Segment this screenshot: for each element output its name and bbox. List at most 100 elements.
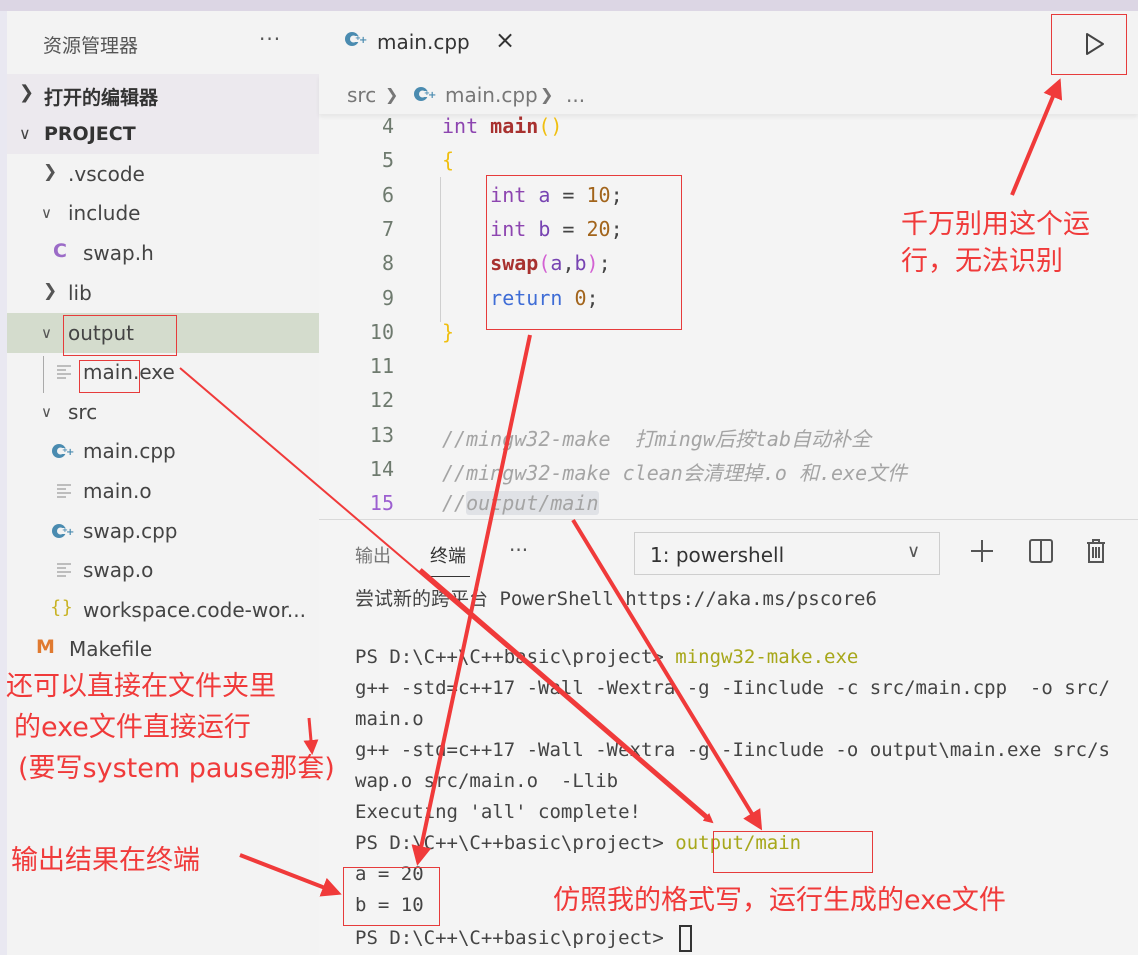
terminal-line: wap.o src/main.o -Llib xyxy=(355,770,618,801)
code-text: //output/main xyxy=(442,491,599,516)
tree-item-label: include xyxy=(68,201,141,225)
explorer-more-button[interactable]: ··· xyxy=(259,27,281,51)
annotation-box-command xyxy=(713,831,873,873)
tree-item-include[interactable]: ∨ include xyxy=(7,193,319,233)
terminal-line: PS D:\C++\C++basic\project> xyxy=(355,925,693,955)
code-line[interactable]: 9 return 0; xyxy=(319,286,1138,320)
breadcrumb-folder[interactable]: src xyxy=(347,83,376,107)
chevron-down-icon: ∨ xyxy=(907,541,921,562)
svg-text:+: + xyxy=(62,526,68,534)
terminal-line: Executing 'all' complete! xyxy=(355,801,641,832)
code-text: } xyxy=(442,320,454,344)
project-section[interactable]: ∨ PROJECT xyxy=(7,114,319,154)
code-token: () xyxy=(538,114,563,138)
annotation-box-code xyxy=(486,175,682,330)
terminal-text: wap.o src/main.o -Llib xyxy=(355,770,619,792)
tree-item-main-cpp[interactable]: + + main.cpp xyxy=(7,431,319,471)
split-terminal-button[interactable] xyxy=(1028,538,1054,564)
trash-icon[interactable] xyxy=(1084,538,1108,564)
chevron-down-icon: ∨ xyxy=(41,403,52,421)
code-text: //mingw32-make 打mingw后按tab自动补全 xyxy=(442,423,871,452)
cpp-file-icon: ++ xyxy=(414,87,436,101)
terminal-text: Executing 'all' complete! xyxy=(355,801,641,823)
terminal-command: mingw32-make.exe xyxy=(675,646,859,668)
tree-item-swap-h[interactable]: C swap.h xyxy=(7,233,319,273)
annotation-box-result xyxy=(343,867,440,926)
new-terminal-button[interactable] xyxy=(969,538,995,564)
tree-item-main-o[interactable]: main.o xyxy=(7,471,319,511)
window-top-bar xyxy=(0,0,1138,11)
terminal-select[interactable]: 1: powershell ∨ xyxy=(634,532,940,575)
code-line[interactable]: 11 xyxy=(319,354,1138,388)
terminal-cursor xyxy=(679,925,693,952)
chevron-down-icon: ∨ xyxy=(41,324,52,342)
tree-item-label: .vscode xyxy=(68,162,145,186)
panel-more-button[interactable]: ··· xyxy=(509,538,528,562)
tree-item-vscode[interactable]: ❯ .vscode xyxy=(7,154,319,194)
cpp-file-icon: ++ xyxy=(52,444,74,458)
line-number: 14 xyxy=(369,457,394,481)
code-token: // xyxy=(442,491,467,516)
code-line[interactable]: 12 xyxy=(319,388,1138,422)
tree-item-swap-cpp[interactable]: + + swap.cpp xyxy=(7,511,319,551)
chevron-right-icon: ❯ xyxy=(43,281,58,301)
breadcrumb-file[interactable]: main.cpp xyxy=(445,83,538,107)
code-token: main xyxy=(490,114,539,138)
tree-item-label: swap.o xyxy=(83,558,154,582)
line-number: 12 xyxy=(369,388,394,413)
tab-terminal[interactable]: 终端 xyxy=(430,542,466,568)
line-number: 6 xyxy=(381,182,394,207)
tree-item-label: lib xyxy=(68,281,92,305)
code-line[interactable]: 10} xyxy=(319,320,1138,354)
terminal-text: PS D:\C++\C++basic\project> xyxy=(355,646,676,668)
line-number: 7 xyxy=(381,216,394,241)
json-braces-icon: {} xyxy=(50,597,73,618)
terminal-text: g++ -std=c++17 -Wall -Wextra -g -Iinclud… xyxy=(355,677,1110,699)
chevron-right-icon: ❯ xyxy=(43,162,58,182)
code-line[interactable]: 5{ xyxy=(319,148,1138,182)
code-line[interactable]: 4 int main() xyxy=(319,114,1138,148)
tree-item-src[interactable]: ∨ src xyxy=(7,392,319,432)
line-number: 10 xyxy=(369,319,394,344)
tab-main-cpp[interactable]: + + main.cpp × xyxy=(319,11,529,74)
code-text: { xyxy=(442,148,454,172)
code-editor[interactable]: 4 int main() 5{6 int a = 10; 7 int b = 20; 8… xyxy=(319,114,1138,519)
breadcrumb-symbol[interactable]: ... xyxy=(566,83,585,107)
explorer-header: 资源管理器 ··· xyxy=(7,11,319,74)
active-tab-indicator xyxy=(430,576,470,577)
annotation-line: (要写system pause那套) xyxy=(18,753,335,784)
line-number: 9 xyxy=(381,285,394,310)
svg-text:+: + xyxy=(424,89,430,97)
tree-item-label: workspace.code-wor... xyxy=(83,598,306,622)
generic-file-icon xyxy=(57,365,73,379)
annotation-line: 千万别用这个运 xyxy=(901,209,1090,240)
close-tab-icon[interactable]: × xyxy=(495,26,515,54)
tree-item-label: src xyxy=(68,400,98,424)
annotation-output-in-terminal: 输出结果在终端 xyxy=(11,845,200,876)
breadcrumb: src ❯ + + main.cpp ❯ ... xyxy=(319,74,1138,114)
project-label: PROJECT xyxy=(44,123,136,145)
code-line[interactable]: 13 //mingw32-make 打mingw后按tab自动补全 xyxy=(319,423,1138,457)
annotation-run-warning: 千万别用这个运 行，无法识别 xyxy=(901,206,1090,280)
tree-item-label: swap.cpp xyxy=(83,519,178,543)
explorer-sidebar: 资源管理器 ··· ❯ 打开的编辑器 ∨ PROJECT ❯ .vscode ∨… xyxy=(7,11,319,955)
annotation-box-run-button xyxy=(1051,14,1127,75)
tree-item-swap-o[interactable]: swap.o xyxy=(7,550,319,590)
line-number: 4 xyxy=(381,114,394,138)
tree-item-workspace[interactable]: {} workspace.code-wor... xyxy=(7,590,319,630)
explorer-title: 资源管理器 xyxy=(43,35,139,57)
tree-item-main-exe[interactable]: main.exe xyxy=(7,352,319,392)
tree-item-makefile[interactable]: M Makefile xyxy=(7,629,319,669)
svg-text:+: + xyxy=(355,34,361,42)
tab-output[interactable]: 输出 xyxy=(355,542,391,568)
annotation-box-output-folder xyxy=(63,315,177,356)
tree-item-lib[interactable]: ❯ lib xyxy=(7,273,319,313)
open-editors-section[interactable]: ❯ 打开的编辑器 xyxy=(7,74,319,114)
line-number: 8 xyxy=(381,251,394,276)
line-number: 15 xyxy=(369,491,394,516)
terminal-line: g++ -std=c++17 -Wall -Wextra -g -Iinclud… xyxy=(355,677,1110,708)
code-line[interactable]: 14 //mingw32-make clean会清理掉.o 和.exe文件 xyxy=(319,457,1138,491)
